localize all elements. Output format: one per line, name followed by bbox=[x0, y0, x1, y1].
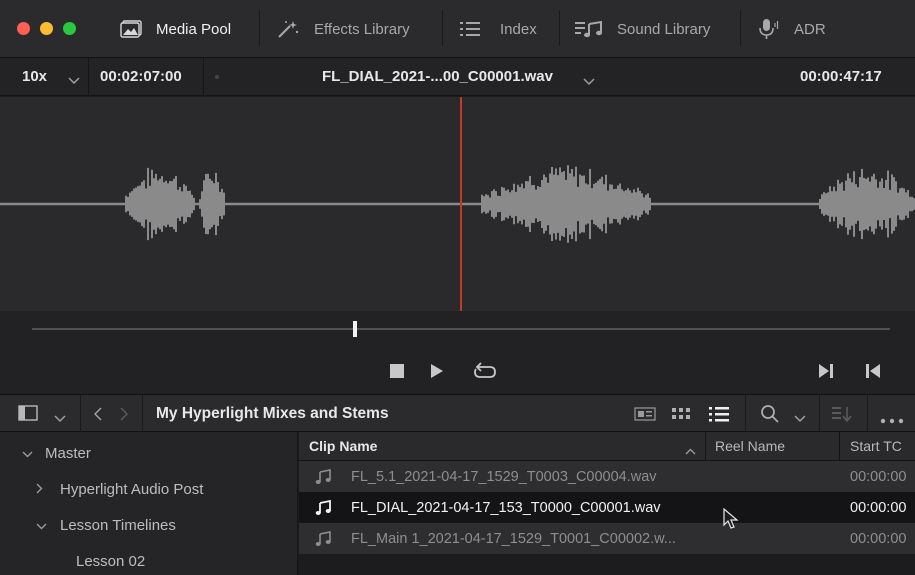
clip-name: FL_Main 1_2021-04-17_1529_T0001_C00002.w… bbox=[351, 530, 676, 547]
chevron-down-icon[interactable] bbox=[583, 73, 595, 89]
loop-icon[interactable] bbox=[472, 360, 498, 385]
divider bbox=[819, 395, 820, 433]
clip-duration: 00:02:07:00 bbox=[100, 68, 182, 85]
clip-name: FL_DIAL_2021-04-17_153_T0000_C00001.wav bbox=[351, 499, 661, 516]
audio-clip-icon bbox=[315, 499, 335, 516]
metadata-view-icon[interactable] bbox=[634, 407, 656, 424]
magic-wand-icon bbox=[276, 19, 300, 39]
sort-ascending-icon[interactable] bbox=[685, 442, 696, 458]
microphone-icon bbox=[758, 18, 780, 40]
current-timecode: 00:00:47:17 bbox=[800, 68, 882, 85]
divider bbox=[740, 10, 741, 46]
divider bbox=[745, 395, 746, 433]
tab-label: ADR bbox=[794, 20, 826, 38]
chevron-down-icon[interactable] bbox=[794, 410, 806, 426]
scrub-handle[interactable] bbox=[353, 321, 357, 337]
status-dot bbox=[215, 75, 219, 79]
waveform-viewer[interactable] bbox=[0, 97, 915, 311]
divider bbox=[839, 432, 840, 461]
panel-tab-bar: Media Pool Effects Library Index Sound L… bbox=[0, 0, 915, 58]
sidebar-item-label: Lesson 02 bbox=[76, 553, 146, 570]
sidebar-item-label: Master bbox=[45, 445, 91, 462]
tab-media-pool[interactable]: Media Pool bbox=[120, 0, 231, 58]
forward-icon[interactable] bbox=[120, 407, 129, 424]
divider bbox=[142, 395, 143, 433]
tab-effects-library[interactable]: Effects Library bbox=[276, 0, 410, 58]
tab-label: Effects Library bbox=[314, 20, 410, 38]
list-view-icon[interactable] bbox=[709, 406, 729, 425]
viewer-header: 10x 00:02:07:00 FL_DIAL_2021-...00_C0000… bbox=[0, 58, 915, 96]
column-header-clip-name[interactable]: Clip Name bbox=[309, 438, 377, 454]
sidebar-item-label: Hyperlight Audio Post bbox=[60, 481, 204, 498]
table-row[interactable]: FL_Main 1_2021-04-17_1529_T0001_C00002.w… bbox=[299, 523, 915, 554]
column-header-row: Clip Name Reel Name Start TC bbox=[299, 432, 915, 461]
audio-clip-icon bbox=[315, 468, 335, 485]
stop-icon[interactable] bbox=[389, 363, 405, 382]
audio-clip-icon bbox=[315, 530, 335, 547]
mouse-cursor-icon bbox=[723, 507, 739, 533]
bin-sidebar: Master Hyperlight Audio Post Lesson Time… bbox=[0, 432, 298, 575]
zoom-level[interactable]: 10x bbox=[22, 58, 47, 96]
divider bbox=[442, 10, 443, 46]
tab-adr[interactable]: ADR bbox=[758, 0, 826, 58]
list-icon bbox=[460, 21, 480, 37]
tab-sound-library[interactable]: Sound Library bbox=[575, 0, 710, 58]
more-options-icon[interactable] bbox=[880, 411, 904, 427]
sidebar-item-lesson-02[interactable]: Lesson 02 bbox=[76, 553, 145, 570]
media-pool-icon bbox=[120, 20, 142, 38]
clip-name: FL_5.1_2021-04-17_1529_T0003_C00004.wav bbox=[351, 468, 657, 485]
clip-title[interactable]: FL_DIAL_2021-...00_C00001.wav bbox=[322, 58, 553, 96]
table-row[interactable]: FL_DIAL_2021-04-17_153_T0000_C00001.wav … bbox=[299, 492, 915, 523]
minimize-window-button[interactable] bbox=[40, 22, 53, 35]
audio-waveform bbox=[0, 165, 915, 243]
sidebar-item-label: Lesson Timelines bbox=[60, 517, 176, 534]
sort-icon[interactable] bbox=[832, 405, 852, 426]
sidebar-item-lesson-timelines[interactable]: Lesson Timelines bbox=[36, 517, 176, 534]
search-icon[interactable] bbox=[760, 404, 780, 427]
chevron-down-icon[interactable] bbox=[54, 410, 66, 426]
next-icon[interactable] bbox=[818, 363, 834, 382]
column-header-start-tc[interactable]: Start TC bbox=[850, 438, 902, 454]
zoom-window-button[interactable] bbox=[63, 22, 76, 35]
sidebar-item-hyperlight-audio-post[interactable]: Hyperlight Audio Post bbox=[36, 481, 203, 498]
thumbnail-view-icon[interactable] bbox=[671, 406, 691, 425]
column-header-reel-name[interactable]: Reel Name bbox=[715, 438, 785, 454]
play-icon[interactable] bbox=[430, 363, 444, 382]
divider bbox=[80, 395, 81, 433]
tab-label: Media Pool bbox=[156, 20, 232, 38]
chevron-down-icon[interactable] bbox=[22, 446, 40, 461]
transport-area bbox=[0, 311, 915, 394]
clip-start-tc: 00:00:00 bbox=[850, 530, 907, 547]
tab-label: Sound Library bbox=[617, 20, 711, 38]
clip-list: Clip Name Reel Name Start TC FL_5.1_2021… bbox=[299, 432, 915, 575]
divider bbox=[259, 10, 260, 46]
close-window-button[interactable] bbox=[17, 22, 30, 35]
table-row[interactable]: FL_5.1_2021-04-17_1529_T0003_C00004.wav … bbox=[299, 461, 915, 492]
clip-start-tc: 00:00:00 bbox=[850, 499, 907, 516]
chevron-right-icon[interactable] bbox=[36, 482, 54, 497]
media-browser-header: My Hyperlight Mixes and Stems bbox=[0, 394, 915, 433]
chevron-down-icon[interactable] bbox=[68, 72, 80, 88]
clip-start-tc: 00:00:00 bbox=[850, 468, 907, 485]
tab-index[interactable]: Index bbox=[460, 0, 537, 58]
back-icon[interactable] bbox=[93, 407, 102, 424]
divider bbox=[867, 395, 868, 433]
sidebar-item-master[interactable]: Master bbox=[22, 445, 91, 462]
divider bbox=[559, 10, 560, 46]
divider bbox=[203, 58, 204, 96]
waveform-path bbox=[0, 165, 915, 243]
sound-library-icon bbox=[575, 20, 603, 38]
bin-title: My Hyperlight Mixes and Stems bbox=[156, 405, 389, 422]
previous-icon[interactable] bbox=[865, 363, 881, 382]
tab-label: Index bbox=[500, 20, 537, 38]
sidebar-toggle-icon[interactable] bbox=[18, 405, 38, 424]
scrub-bar[interactable] bbox=[32, 328, 890, 330]
divider bbox=[705, 432, 706, 461]
divider bbox=[88, 58, 89, 96]
playhead[interactable] bbox=[460, 97, 462, 311]
chevron-down-icon[interactable] bbox=[36, 518, 54, 533]
